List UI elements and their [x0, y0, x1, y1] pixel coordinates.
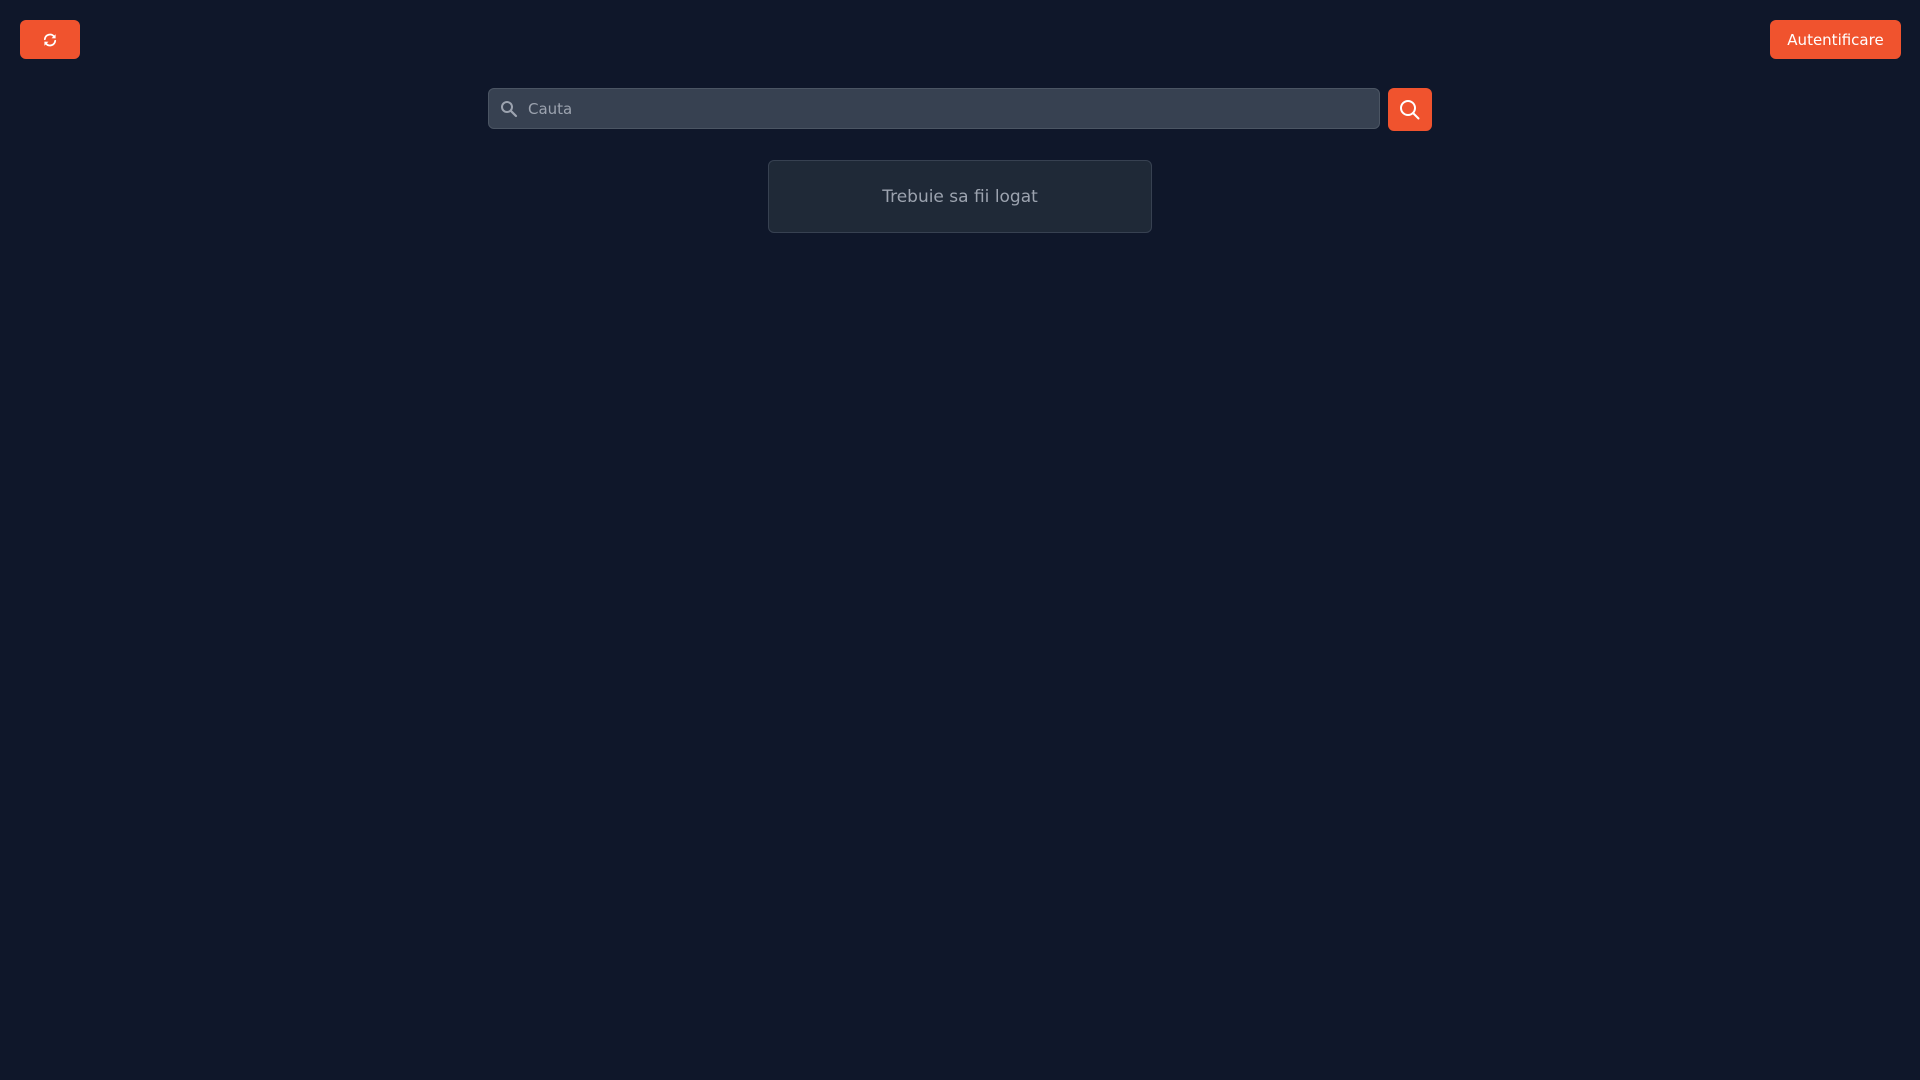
- search-button[interactable]: [1388, 88, 1432, 131]
- refresh-button[interactable]: [20, 20, 80, 59]
- page: Autentificare Trebuie sa fii logat: [0, 0, 1920, 1080]
- search-input[interactable]: [528, 89, 1379, 128]
- notice-message: Trebuie sa fii logat: [882, 186, 1038, 207]
- login-required-notice: Trebuie sa fii logat: [768, 160, 1152, 233]
- refresh-icon: [42, 32, 58, 48]
- search-icon: [500, 100, 518, 118]
- login-button[interactable]: Autentificare: [1770, 20, 1901, 59]
- search-icon: [1398, 98, 1422, 122]
- search-bar: [488, 88, 1380, 129]
